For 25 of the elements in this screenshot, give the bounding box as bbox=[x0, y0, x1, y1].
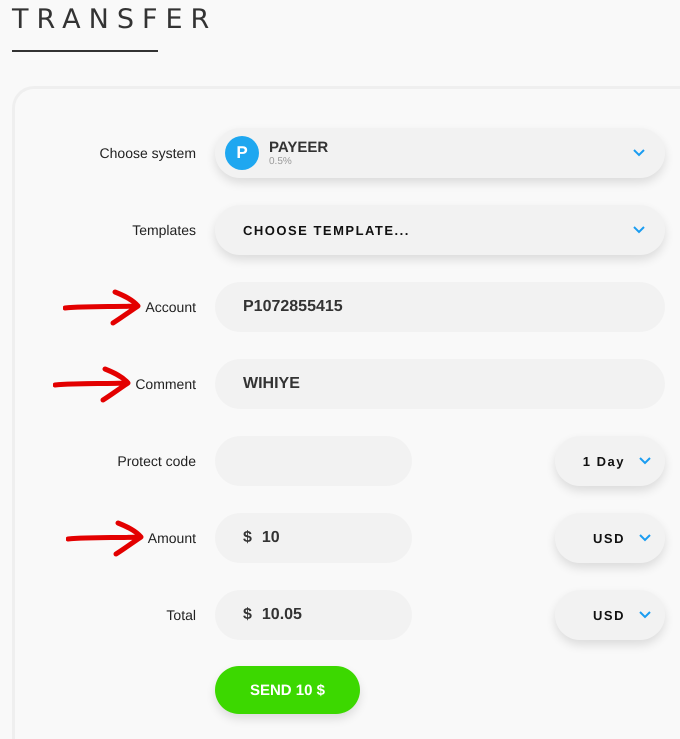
field-label: Protect code bbox=[117, 453, 196, 469]
field-label: Account bbox=[145, 299, 196, 315]
select-field[interactable]: P PAYEER 0.5% bbox=[215, 128, 665, 178]
chevron-down-icon bbox=[639, 611, 651, 619]
select-field[interactable]: USD bbox=[555, 513, 665, 563]
chevron-down-icon bbox=[639, 534, 651, 542]
input-field[interactable]: WIHIYE bbox=[215, 359, 665, 409]
system-name: PAYEER bbox=[269, 139, 330, 156]
input-field[interactable]: $ 10 bbox=[215, 513, 412, 563]
chevron-down-icon bbox=[633, 226, 645, 234]
fee-text: 0.5% bbox=[269, 156, 293, 167]
field-label: Total bbox=[166, 607, 196, 623]
page-title: TRANSFER bbox=[12, 4, 218, 35]
select-field[interactable]: 1 Day bbox=[555, 436, 665, 486]
field-label: Amount bbox=[148, 530, 196, 546]
payment-logo-icon: P bbox=[225, 136, 259, 170]
field-label: Comment bbox=[135, 376, 196, 392]
input-field[interactable]: P1072855415 bbox=[215, 282, 665, 332]
chevron-down-icon bbox=[633, 149, 645, 157]
select-field[interactable]: USD bbox=[555, 590, 665, 640]
input-field[interactable]: $ 10.05 bbox=[215, 590, 412, 640]
chevron-down-icon bbox=[639, 457, 651, 465]
select-field[interactable]: CHOOSE TEMPLATE... bbox=[215, 205, 665, 255]
field-label: Templates bbox=[132, 222, 196, 238]
field-label: Choose system bbox=[100, 145, 196, 161]
